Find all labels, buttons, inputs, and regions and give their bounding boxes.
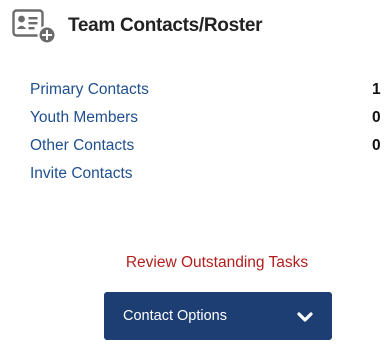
contact-options-label: Contact Options (123, 308, 227, 324)
chevron-down-icon (297, 310, 313, 322)
youth-members-link[interactable]: Youth Members (30, 109, 138, 127)
contact-row-invite: Invite Contacts (30, 160, 385, 188)
invite-contacts-link[interactable]: Invite Contacts (30, 165, 133, 183)
primary-contacts-count: 1 (372, 81, 381, 98)
contact-row-primary: Primary Contacts 1 (30, 76, 385, 104)
contact-row-youth: Youth Members 0 (30, 104, 385, 132)
card-header: Team Contacts/Roster (12, 8, 263, 45)
youth-members-count: 0 (372, 109, 381, 126)
page-title: Team Contacts/Roster (68, 15, 263, 36)
primary-contacts-link[interactable]: Primary Contacts (30, 81, 149, 99)
contact-options-button[interactable]: Contact Options (104, 292, 332, 340)
other-contacts-count: 0 (372, 137, 381, 154)
contact-card-add-icon (12, 8, 62, 45)
review-outstanding-tasks-link[interactable]: Review Outstanding Tasks (0, 254, 385, 272)
other-contacts-link[interactable]: Other Contacts (30, 137, 134, 155)
contact-list: Primary Contacts 1 Youth Members 0 Other… (30, 76, 385, 188)
contact-row-other: Other Contacts 0 (30, 132, 385, 160)
